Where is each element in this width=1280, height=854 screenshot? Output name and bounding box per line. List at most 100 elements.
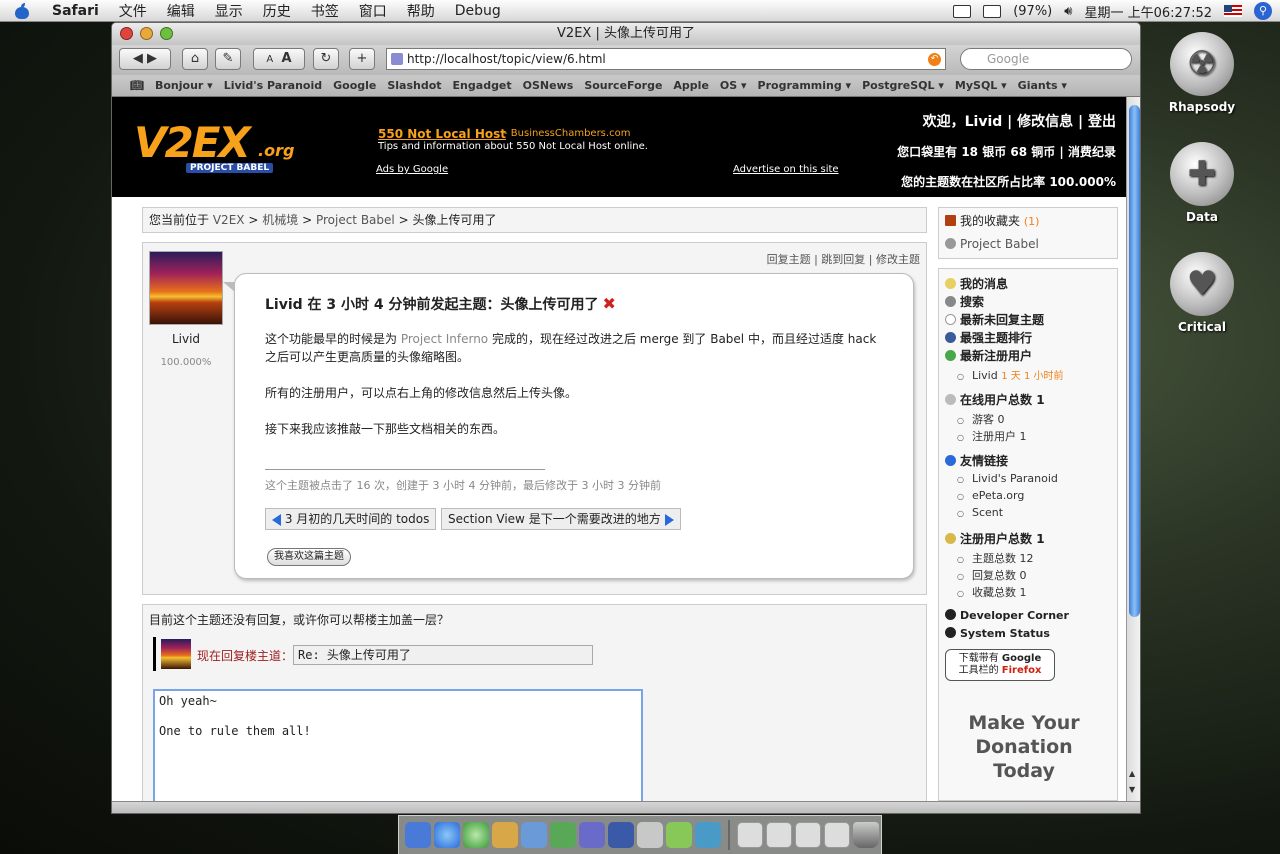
minimized-window-icon[interactable] (766, 822, 792, 848)
menu-debug[interactable]: Debug (445, 3, 511, 19)
sidebar-unreplied[interactable]: 最新未回复主题 (945, 311, 1044, 328)
next-topic-button[interactable]: Section View 是下一个需要改进的地方 (441, 508, 681, 530)
firefox-google-toolbar-badge[interactable]: 下载带有 Google 工具栏的 Firefox (945, 649, 1055, 681)
vertical-scrollbar[interactable]: ▲ ▼ (1126, 97, 1140, 801)
ads-by-google-link[interactable]: Ads by Google (376, 164, 448, 175)
bookmark-item[interactable]: PostgreSQL ▾ (862, 79, 944, 92)
safari-icon[interactable] (434, 822, 460, 848)
menu-view[interactable]: 显示 (205, 1, 253, 21)
bookmark-item[interactable]: Engadget (453, 79, 512, 92)
bookmark-item[interactable]: Apple (673, 79, 709, 92)
sidebar-newusers[interactable]: 最新注册用户 (945, 347, 1032, 364)
like-topic-button[interactable]: 我喜欢这篇主题 (267, 548, 351, 566)
battery-icon[interactable] (983, 4, 1002, 18)
clock[interactable]: 星期一 上午06:27:52 (1084, 2, 1212, 21)
address-bar[interactable]: http://localhost/topic/view/6.html ↶ (386, 48, 946, 70)
friend-link[interactable]: Livid's Paranoid (957, 472, 1058, 485)
breadcrumb-section[interactable]: 机械境 (262, 213, 298, 227)
minimized-window-icon[interactable] (824, 822, 850, 848)
add-bookmark-button[interactable]: + (349, 48, 375, 70)
scroll-down-icon[interactable]: ▼ (1129, 785, 1135, 794)
reload-button[interactable]: ↻ (313, 48, 339, 70)
bbedit-icon[interactable] (579, 822, 605, 848)
snapback-icon[interactable]: ↶ (928, 53, 941, 66)
trash-icon[interactable] (853, 822, 879, 848)
menu-file[interactable]: 文件 (109, 1, 157, 21)
breadcrumb-v2ex[interactable]: V2EX (213, 213, 245, 227)
window-titlebar[interactable]: V2EX | 头像上传可用了 (112, 23, 1140, 45)
sidebar-developer[interactable]: Developer Corner (945, 609, 1069, 622)
advertise-link[interactable]: Advertise on this site (733, 164, 839, 175)
bookmark-item[interactable]: Programming ▾ (758, 79, 852, 92)
project-inferno-link[interactable]: Project Inferno (401, 332, 488, 346)
desktop-icon-rhapsody[interactable]: ☢ Rhapsody (1168, 32, 1236, 114)
spotlight-icon[interactable]: ⚲ (1254, 2, 1272, 20)
desktop-icon-critical[interactable]: ♥ Critical (1168, 252, 1236, 334)
avatar[interactable] (149, 251, 223, 325)
back-forward-buttons[interactable]: ◀ ▶ (119, 48, 171, 70)
minimize-window-button[interactable] (140, 27, 153, 40)
editor-icon[interactable] (666, 822, 692, 848)
itunes-icon[interactable] (463, 822, 489, 848)
reply-title-input[interactable]: Re: 头像上传可用了 (293, 645, 593, 665)
favorite-board[interactable]: Project Babel (945, 237, 1039, 251)
topic-actions[interactable]: 回复主题 | 跳到回复 | 修改主题 (767, 251, 920, 267)
bookmark-item[interactable]: SourceForge (584, 79, 662, 92)
bookmark-item[interactable]: MySQL ▾ (955, 79, 1007, 92)
menu-window[interactable]: 窗口 (349, 1, 397, 21)
close-window-button[interactable] (120, 27, 133, 40)
scroll-up-icon[interactable]: ▲ (1129, 769, 1135, 778)
finder-icon[interactable] (405, 822, 431, 848)
author-name[interactable]: Livid (143, 332, 229, 346)
delete-icon[interactable]: ✖ (603, 294, 616, 313)
apple-menu-icon[interactable] (14, 2, 30, 19)
ad-title-link[interactable]: 550 Not Local Host (378, 127, 506, 141)
friend-link[interactable]: ePeta.org (957, 489, 1024, 502)
zoom-window-button[interactable] (160, 27, 173, 40)
scrollbar-thumb[interactable] (1129, 105, 1140, 617)
messenger-icon[interactable] (695, 822, 721, 848)
home-button[interactable]: ⌂ (182, 48, 208, 70)
bookmark-item[interactable]: Giants ▾ (1018, 79, 1067, 92)
sidebar-search[interactable]: 搜索 (945, 293, 984, 310)
bookmark-item[interactable]: Bonjour ▾ (155, 79, 213, 92)
xcode-icon[interactable] (608, 822, 634, 848)
sidebar-messages[interactable]: 我的消息 (945, 275, 1008, 292)
bookmark-item[interactable]: OSNews (523, 79, 574, 92)
bookmarks-book-icon[interactable]: 📖︎ (130, 79, 144, 92)
desktop-icon-data[interactable]: ✚ Data (1168, 142, 1236, 224)
menu-bookmarks[interactable]: 书签 (301, 1, 349, 21)
sidebar-top[interactable]: 最强主题排行 (945, 329, 1032, 346)
bookmark-item[interactable]: OS ▾ (720, 79, 747, 92)
breadcrumb-board[interactable]: Project Babel (316, 213, 395, 227)
favorites-item[interactable]: 我的收藏夹 (1) (945, 212, 1039, 229)
reply-textarea[interactable]: Oh yeah~ One to rule them all! (153, 689, 643, 801)
chat-icon[interactable] (550, 822, 576, 848)
menu-app-name[interactable]: Safari (42, 3, 109, 19)
mail-icon[interactable] (521, 822, 547, 848)
volume-icon[interactable]: 🔊︎ (1064, 4, 1072, 19)
donation-banner[interactable]: Make Your Donation Today (949, 711, 1099, 783)
newuser-entry[interactable]: Livid 1 天 1 小时前 (957, 367, 1064, 382)
minimized-window-icon[interactable] (795, 822, 821, 848)
sidebar-status[interactable]: System Status (945, 627, 1050, 640)
bookmark-item[interactable]: Slashdot (387, 79, 441, 92)
text-size-buttons[interactable]: A A (253, 48, 305, 70)
display-icon[interactable] (953, 4, 972, 18)
menu-history[interactable]: 历史 (253, 1, 301, 21)
friend-link[interactable]: Scent (957, 506, 1003, 519)
input-flag-icon[interactable] (1224, 5, 1242, 17)
wallet-info[interactable]: 您口袋里有 18 银币 68 铜币 | 消费纪录 (897, 137, 1116, 167)
utility-icon[interactable] (637, 822, 663, 848)
bookmark-item[interactable]: Google (333, 79, 376, 92)
edit-icon[interactable]: ✎ (215, 48, 241, 70)
minimized-window-icon[interactable] (737, 822, 763, 848)
v2ex-logo[interactable]: V2EX .org PROJECT BABEL (134, 121, 314, 177)
bookmark-item[interactable]: Livid's Paranoid (224, 79, 322, 92)
welcome-links[interactable]: 欢迎，Livid | 修改信息 | 登出 (897, 107, 1116, 137)
menu-help[interactable]: 帮助 (397, 1, 445, 21)
package-icon[interactable] (492, 822, 518, 848)
prev-topic-button[interactable]: 3 月初的几天时间的 todos (265, 508, 437, 530)
google-search-field[interactable]: Google (960, 48, 1132, 70)
menu-edit[interactable]: 编辑 (157, 1, 205, 21)
